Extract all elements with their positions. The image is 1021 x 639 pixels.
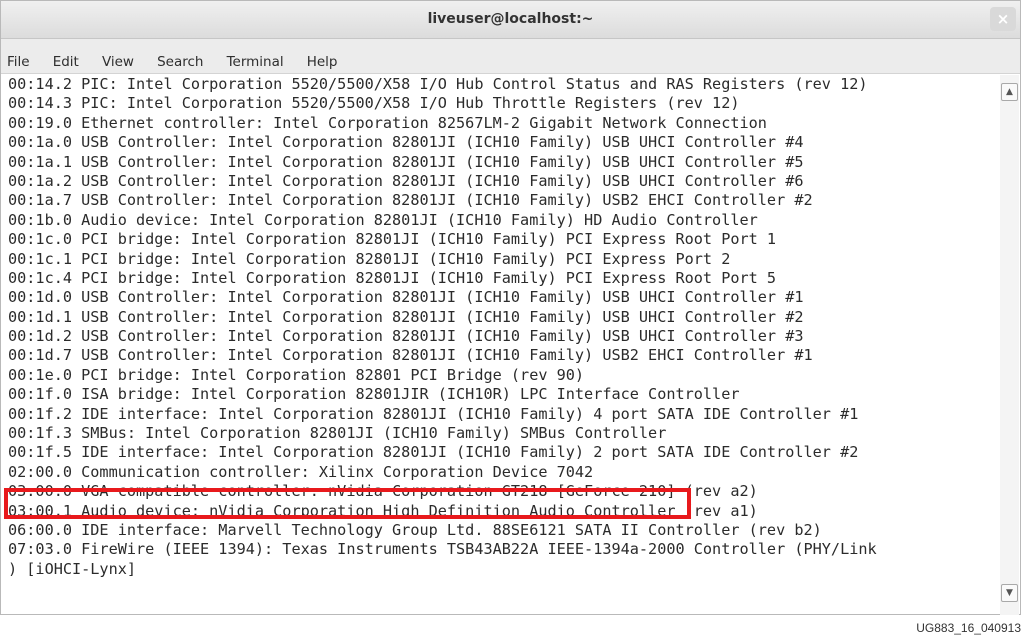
terminal-line: 06:00.0 IDE interface: Marvell Technolog… (8, 520, 822, 539)
terminal-line: 00:19.0 Ethernet controller: Intel Corpo… (8, 113, 767, 132)
terminal-line: 00:1d.7 USB Controller: Intel Corporatio… (8, 346, 813, 365)
title-bar[interactable]: liveuser@localhost:~ × (1, 1, 1020, 39)
menu-terminal[interactable]: Terminal (227, 39, 284, 70)
terminal-line: 00:1e.0 PCI bridge: Intel Corporation 82… (8, 365, 585, 384)
terminal-line: 00:1f.3 SMBus: Intel Corporation 82801JI… (8, 424, 667, 443)
terminal-window: liveuser@localhost:~ × File Edit View Se… (0, 0, 1021, 615)
terminal-line: ) [iOHCI-Lynx] (8, 559, 137, 578)
terminal-line: 00:1d.2 USB Controller: Intel Corporatio… (8, 327, 804, 346)
menu-bar: File Edit View Search Terminal Help (1, 39, 1020, 74)
scroll-up-icon[interactable]: ▲ (1001, 83, 1018, 101)
terminal-line: 00:1a.1 USB Controller: Intel Corporatio… (8, 152, 804, 171)
terminal-line: 00:1f.5 IDE interface: Intel Corporation… (8, 443, 859, 462)
terminal-output[interactable]: 00:14.2 PIC: Intel Corporation 5520/5500… (8, 75, 998, 615)
terminal-line: 00:14.3 PIC: Intel Corporation 5520/5500… (8, 94, 740, 113)
vertical-scrollbar[interactable]: ▲ ▼ (1000, 75, 1019, 615)
terminal-line: 00:1f.0 ISA bridge: Intel Corporation 82… (8, 385, 740, 404)
terminal-line: 00:1d.1 USB Controller: Intel Corporatio… (8, 307, 804, 326)
terminal-line: 00:1a.0 USB Controller: Intel Corporatio… (8, 133, 804, 152)
terminal-line: 00:1a.7 USB Controller: Intel Corporatio… (8, 191, 813, 210)
terminal-line: 00:1b.0 Audio device: Intel Corporation … (8, 210, 758, 229)
menu-file[interactable]: File (7, 39, 30, 70)
close-icon[interactable]: × (990, 7, 1016, 31)
terminal-line: 00:1c.4 PCI bridge: Intel Corporation 82… (8, 268, 777, 287)
terminal-line: 00:14.2 PIC: Intel Corporation 5520/5500… (8, 75, 868, 93)
window-title: liveuser@localhost:~ (427, 11, 594, 27)
terminal-line: 00:1f.2 IDE interface: Intel Corporation… (8, 404, 859, 423)
terminal-line: 00:1d.0 USB Controller: Intel Corporatio… (8, 288, 804, 307)
scroll-down-icon[interactable]: ▼ (1001, 584, 1018, 602)
menu-view[interactable]: View (102, 39, 134, 70)
terminal-line-highlighted: 02:00.0 Communication controller: Xilinx… (8, 462, 594, 481)
terminal-line: 07:03.0 FireWire (IEEE 1394): Texas Inst… (8, 540, 877, 559)
highlight-box (4, 488, 691, 519)
terminal-line: 00:1c.0 PCI bridge: Intel Corporation 82… (8, 230, 777, 249)
terminal-line: 00:1c.1 PCI bridge: Intel Corporation 82… (8, 249, 731, 268)
menu-edit[interactable]: Edit (53, 39, 79, 70)
terminal-line: 00:1a.2 USB Controller: Intel Corporatio… (8, 171, 804, 190)
menu-search[interactable]: Search (157, 39, 203, 70)
menu-help[interactable]: Help (307, 39, 338, 70)
figure-caption: UG883_16_040913 (916, 621, 1021, 635)
